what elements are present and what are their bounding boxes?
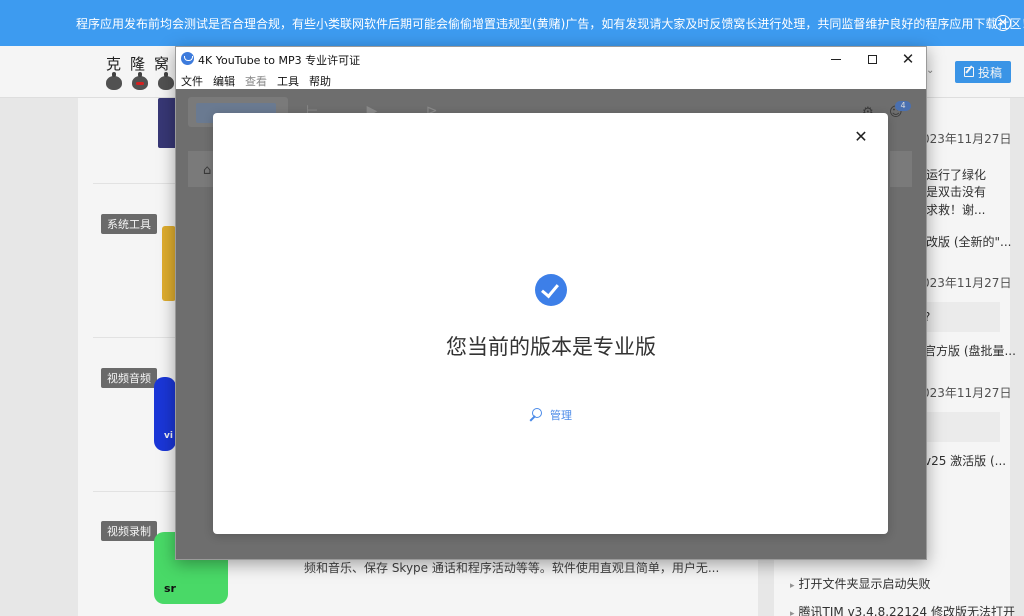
sidebar-date: 023年11月27日 xyxy=(922,276,1012,290)
edit-icon xyxy=(963,67,974,77)
sidebar-text[interactable]: 是双击没有 xyxy=(926,183,1024,200)
menu-file[interactable]: 文件 xyxy=(181,73,203,89)
notice-close-icon[interactable]: ✕ xyxy=(995,15,1011,31)
notification-badge: 4 xyxy=(895,101,911,111)
sidebar-text[interactable]: 运行了绿化 xyxy=(926,166,1024,183)
minimize-icon xyxy=(831,58,841,60)
sidebar-list-item[interactable]: ▸ 打开文件夹显示启动失败 xyxy=(790,575,1024,592)
sidebar-text[interactable]: 求救！谢... xyxy=(926,201,1024,218)
checkmark-icon xyxy=(535,274,567,306)
logo-text: 克隆窝 xyxy=(106,55,179,73)
window-title: 4K YouTube to MP3 专业许可证 xyxy=(198,54,361,67)
logo-mascot-icon xyxy=(106,72,176,90)
post-button-label: 投稿 xyxy=(977,65,1002,80)
app-logo-icon xyxy=(181,52,194,65)
close-icon: ✕ xyxy=(901,49,915,68)
category-badge[interactable]: 系统工具 xyxy=(101,214,157,234)
window-close-button[interactable]: ✕ xyxy=(890,47,926,71)
menu-tools[interactable]: 工具 xyxy=(277,73,299,89)
category-badge[interactable]: 视频录制 xyxy=(101,521,157,541)
sidebar-text[interactable]: v25 激活版 (... xyxy=(924,452,1024,469)
menu-bar: 文件 编辑 查看 工具 帮助 xyxy=(176,71,926,89)
manage-label: 管理 xyxy=(550,409,572,422)
sidebar-text[interactable]: 官方版 (盘批量... xyxy=(924,342,1024,359)
post-thumbnail[interactable]: vi xyxy=(154,377,176,451)
home-icon: ⌂ xyxy=(203,163,212,178)
maximize-button[interactable] xyxy=(854,47,890,71)
manage-license-link[interactable]: 管理 xyxy=(527,407,572,423)
site-logo[interactable]: 克隆窝 xyxy=(106,53,176,90)
sidebar-text[interactable]: ? xyxy=(920,302,1000,332)
menu-edit[interactable]: 编辑 xyxy=(213,73,235,89)
license-modal: ✕ 您当前的版本是专业版 管理 xyxy=(213,113,888,534)
chevron-right-icon: ▸ xyxy=(790,581,795,591)
sidebar-text[interactable] xyxy=(920,412,1000,442)
menu-help[interactable]: 帮助 xyxy=(309,73,331,89)
modal-title: 您当前的版本是专业版 xyxy=(446,335,656,359)
post-button[interactable]: 投稿 xyxy=(955,61,1011,83)
post-snippet: 频和音乐、保存 Skype 通话和程序活动等等。软件使用直观且简单，用户无... xyxy=(304,561,720,575)
notice-text: 程序应用发布前均会测试是否合理合规，有些小类联网软件后期可能会偷偷增置违规型(黄… xyxy=(76,17,1024,31)
sidebar-date: 023年11月27日 xyxy=(922,386,1012,400)
chevron-down-icon[interactable]: ⌄ xyxy=(926,65,934,76)
notice-bar: 程序应用发布前均会测试是否合理合规，有些小类联网软件后期可能会偷偷增置违规型(黄… xyxy=(0,0,1024,46)
maximize-icon xyxy=(867,54,877,64)
sidebar-list-item[interactable]: ▸ 腾讯TIM v3.4.8.22124 修改版无法打开 xyxy=(790,603,1024,616)
sidebar-date: 023年11月27日 xyxy=(922,132,1012,146)
window-titlebar[interactable]: 4K YouTube to MP3 专业许可证 ✕ xyxy=(176,47,926,71)
post-thumbnail[interactable] xyxy=(162,226,176,301)
key-icon xyxy=(527,407,542,423)
sidebar-text[interactable]: 改版 (全新的"... xyxy=(926,233,1024,250)
chevron-right-icon: ▸ xyxy=(790,609,795,616)
menu-view[interactable]: 查看 xyxy=(245,73,267,89)
category-badge[interactable]: 视频音频 xyxy=(101,368,157,388)
minimize-button[interactable] xyxy=(818,47,854,71)
modal-close-icon[interactable]: ✕ xyxy=(853,129,869,145)
